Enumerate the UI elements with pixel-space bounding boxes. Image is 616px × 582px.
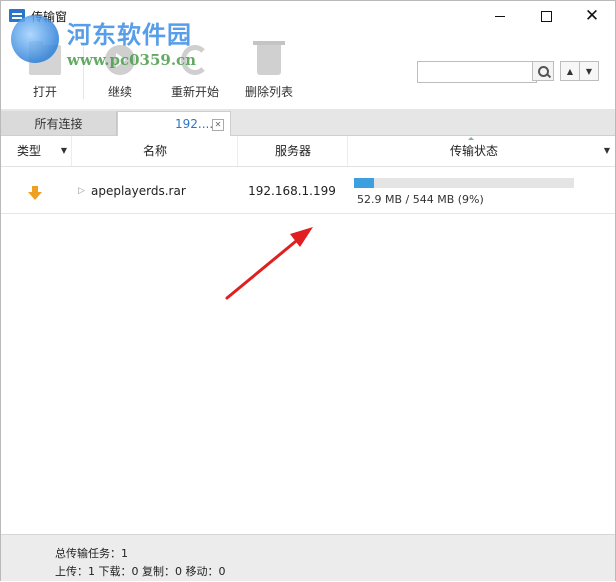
triangle-up-icon: ▲	[566, 66, 574, 76]
toolbar: 打开 继续 重新开始 删除列表 ▲ ▼	[1, 31, 615, 109]
tab-close-icon[interactable]: ✕	[212, 119, 224, 131]
close-icon: ✕	[584, 5, 600, 26]
minimize-icon	[495, 15, 505, 17]
close-button[interactable]: ✕	[569, 1, 615, 31]
annotation-arrow-shaft	[225, 235, 303, 300]
column-header: 类型 ▼ 名称 服务器 传输状态 ▼	[1, 136, 615, 167]
window-title: 传输窗	[31, 10, 68, 24]
minimize-button[interactable]	[477, 1, 523, 31]
tab-all-connections[interactable]: 所有连接	[1, 111, 117, 135]
column-server[interactable]: 服务器	[237, 136, 348, 166]
type-filter-dropdown-icon[interactable]: ▼	[57, 136, 71, 166]
transfer-counts-label: 上传：1 下载：0 复制：0 移动：0	[55, 565, 226, 578]
restart-button[interactable]: 重新开始	[163, 45, 227, 107]
progress-bar	[354, 178, 574, 188]
open-button[interactable]: 打开	[21, 41, 69, 107]
server-address: 192.168.1.199	[248, 184, 336, 198]
search-input[interactable]	[417, 61, 537, 83]
folder-icon	[29, 41, 61, 75]
play-icon	[105, 45, 135, 75]
restart-label: 重新开始	[170, 85, 219, 99]
status-bar: 总传输任务：1 上传：1 下载：0 复制：0 移动：0	[1, 534, 615, 581]
trash-icon	[253, 41, 285, 75]
sort-indicator-icon	[468, 137, 474, 140]
total-tasks-label: 总传输任务：1	[55, 547, 128, 560]
refresh-icon	[181, 45, 209, 75]
delete-list-label: 删除列表	[244, 85, 293, 99]
continue-button[interactable]: 继续	[95, 45, 145, 107]
tab-label: 192....	[175, 117, 214, 131]
title-bar: 传输窗 ✕	[1, 1, 615, 31]
status-dropdown-icon[interactable]: ▼	[599, 136, 615, 166]
transfer-window: 传输窗 ✕ 打开 继续 重新开始 删除列表 ▲ ▼ 河东软件园 www.pc03…	[0, 0, 616, 581]
file-name: apeplayerds.rar	[91, 184, 186, 198]
download-arrow-icon	[28, 186, 42, 200]
continue-label: 继续	[107, 85, 132, 99]
tab-connection[interactable]: 192.... ✕	[117, 111, 231, 137]
tab-label: 所有连接	[34, 116, 83, 131]
triangle-down-icon: ▼	[585, 66, 593, 76]
progress-text: 52.9 MB / 544 MB (9%)	[357, 193, 484, 206]
table-row[interactable]: ▷ apeplayerds.rar 192.168.1.199 52.9 MB …	[1, 167, 615, 214]
column-type[interactable]: 类型	[1, 136, 57, 166]
search-button[interactable]	[532, 61, 554, 81]
app-icon	[9, 9, 25, 22]
maximize-icon	[540, 10, 552, 22]
column-status[interactable]: 传输状态	[347, 136, 600, 166]
search-icon	[537, 65, 549, 77]
maximize-button[interactable]	[523, 1, 569, 31]
toolbar-divider	[83, 47, 84, 99]
next-button[interactable]: ▼	[579, 61, 599, 81]
open-label: 打开	[32, 85, 57, 99]
previous-button[interactable]: ▲	[560, 61, 580, 81]
annotation-arrow-head	[290, 227, 313, 247]
column-name[interactable]: 名称	[71, 136, 238, 166]
expand-arrow-icon[interactable]: ▷	[78, 186, 85, 196]
delete-list-button[interactable]: 删除列表	[239, 41, 299, 107]
progress-fill	[354, 178, 374, 188]
tab-bar: 所有连接 192.... ✕	[1, 109, 615, 137]
